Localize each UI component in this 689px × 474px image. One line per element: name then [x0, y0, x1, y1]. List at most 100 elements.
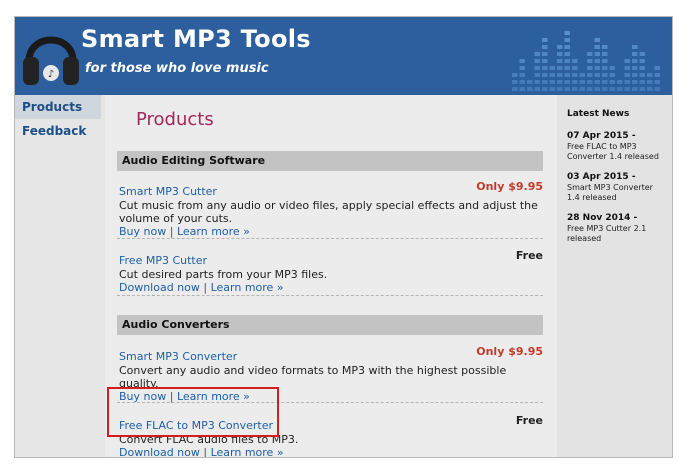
equalizer-bar — [594, 66, 600, 70]
equalizer-bar — [624, 66, 630, 70]
equalizer-bar — [624, 87, 630, 91]
product-free-mp3-cutter: Free MP3 Cutter Free Cut desired parts f… — [119, 249, 543, 294]
equalizer-bar — [512, 80, 518, 84]
learn-more-link[interactable]: Learn more » — [211, 446, 284, 457]
equalizer-bar — [549, 73, 555, 77]
link-separator: | — [203, 446, 208, 458]
equalizer-bar — [594, 52, 600, 56]
product-description: Cut desired parts from your MP3 files. — [119, 268, 328, 281]
equalizer-bar — [609, 66, 615, 70]
headphones-icon: ♪ — [23, 36, 79, 85]
equalizer-bar — [639, 66, 645, 70]
news-item: 07 Apr 2015 - Free FLAC to MP3 Converter… — [567, 131, 672, 162]
equalizer-bar — [542, 59, 548, 63]
equalizer-bar — [587, 87, 593, 91]
product-name-link[interactable]: Free MP3 Cutter — [119, 254, 207, 267]
equalizer-bar — [564, 31, 570, 35]
product-name-link[interactable]: Smart MP3 Converter — [119, 350, 237, 363]
site-tagline: for those who love music — [85, 61, 269, 76]
divider — [117, 295, 543, 296]
equalizer-bar — [624, 59, 630, 63]
equalizer-bar — [632, 66, 638, 70]
equalizer-bar — [572, 66, 578, 70]
product-links: Buy now | Learn more » — [119, 225, 543, 238]
equalizer-bar — [542, 73, 548, 77]
equalizer-bar — [564, 45, 570, 49]
equalizer-bar — [609, 80, 615, 84]
equalizer-bar — [564, 73, 570, 77]
equalizer-bar — [602, 52, 608, 56]
learn-more-link[interactable]: Learn more » — [211, 281, 284, 294]
equalizer-bar — [632, 59, 638, 63]
product-price: Free — [515, 414, 543, 427]
equalizer-bar — [624, 80, 630, 84]
equalizer-bar — [564, 52, 570, 56]
download-now-link[interactable]: Download now — [119, 446, 200, 457]
equalizer-bar — [527, 87, 533, 91]
equalizer-bar — [512, 87, 518, 91]
news-date: 03 Apr 2015 - — [567, 172, 636, 182]
sidebar-item-products[interactable]: Products — [15, 95, 101, 119]
news-text: Free MP3 Cutter 2.1 released — [567, 224, 647, 243]
site-header: ♪ Smart MP3 Tools for those who love mus… — [15, 17, 672, 95]
equalizer-bar — [602, 59, 608, 63]
equalizer-bar — [557, 73, 563, 77]
equalizer-bar — [557, 80, 563, 84]
learn-more-link[interactable]: Learn more » — [177, 225, 250, 238]
equalizer-bar — [542, 38, 548, 42]
site-title[interactable]: Smart MP3 Tools — [81, 25, 311, 53]
equalizer-bar — [519, 59, 525, 63]
equalizer-bar — [519, 66, 525, 70]
equalizer-bar — [654, 73, 660, 77]
news-date: 07 Apr 2015 - — [567, 131, 636, 141]
equalizer-bar — [654, 87, 660, 91]
news-item: 03 Apr 2015 - Smart MP3 Converter 1.4 re… — [567, 172, 672, 203]
equalizer-bar — [587, 59, 593, 63]
equalizer-bar — [654, 80, 660, 84]
equalizer-bar — [594, 87, 600, 91]
equalizer-bar — [579, 80, 585, 84]
page-title: Products — [136, 109, 214, 130]
equalizer-bar — [594, 73, 600, 77]
news-text: Smart MP3 Converter 1.4 released — [567, 183, 653, 202]
section-header-audio-editing: Audio Editing Software — [117, 151, 543, 171]
equalizer-bar — [609, 87, 615, 91]
equalizer-bar — [587, 80, 593, 84]
product-name-link[interactable]: Smart MP3 Cutter — [119, 185, 217, 198]
equalizer-bar — [647, 80, 653, 84]
equalizer-bar — [549, 80, 555, 84]
equalizer-bar — [542, 80, 548, 84]
equalizer-bar — [602, 73, 608, 77]
equalizer-bar — [542, 52, 548, 56]
equalizer-bar — [632, 73, 638, 77]
equalizer-bar — [564, 87, 570, 91]
equalizer-bar — [617, 87, 623, 91]
equalizer-bar — [587, 73, 593, 77]
download-now-link[interactable]: Download now — [119, 281, 200, 294]
buy-now-link[interactable]: Buy now — [119, 225, 166, 238]
equalizer-bar — [609, 73, 615, 77]
equalizer-bar — [594, 80, 600, 84]
news-text: Free FLAC to MP3 Converter 1.4 released — [567, 142, 659, 161]
equalizer-bar — [557, 45, 563, 49]
news-heading: Latest News — [567, 109, 630, 119]
equalizer-bar — [572, 73, 578, 77]
equalizer-bar — [512, 73, 518, 77]
equalizer-bar — [549, 87, 555, 91]
product-smart-mp3-cutter: Smart MP3 Cutter Only $9.95 Cut music fr… — [119, 180, 543, 238]
highlight-box — [107, 387, 279, 437]
latest-news-panel: Latest News 07 Apr 2015 - Free FLAC to M… — [557, 95, 672, 457]
equalizer-bar — [639, 52, 645, 56]
equalizer-bar — [594, 45, 600, 49]
product-description: Cut music from any audio or video files,… — [119, 199, 538, 225]
sidebar-item-feedback[interactable]: Feedback — [15, 119, 105, 143]
equalizer-bar — [639, 59, 645, 63]
product-price: Only $9.95 — [476, 345, 543, 358]
equalizer-bar — [542, 66, 548, 70]
equalizer-bar — [639, 80, 645, 84]
equalizer-bar — [534, 73, 540, 77]
equalizer-bar — [632, 45, 638, 49]
equalizer-bar — [594, 59, 600, 63]
equalizer-icon — [512, 31, 660, 91]
section-header-audio-converters: Audio Converters — [117, 315, 543, 335]
